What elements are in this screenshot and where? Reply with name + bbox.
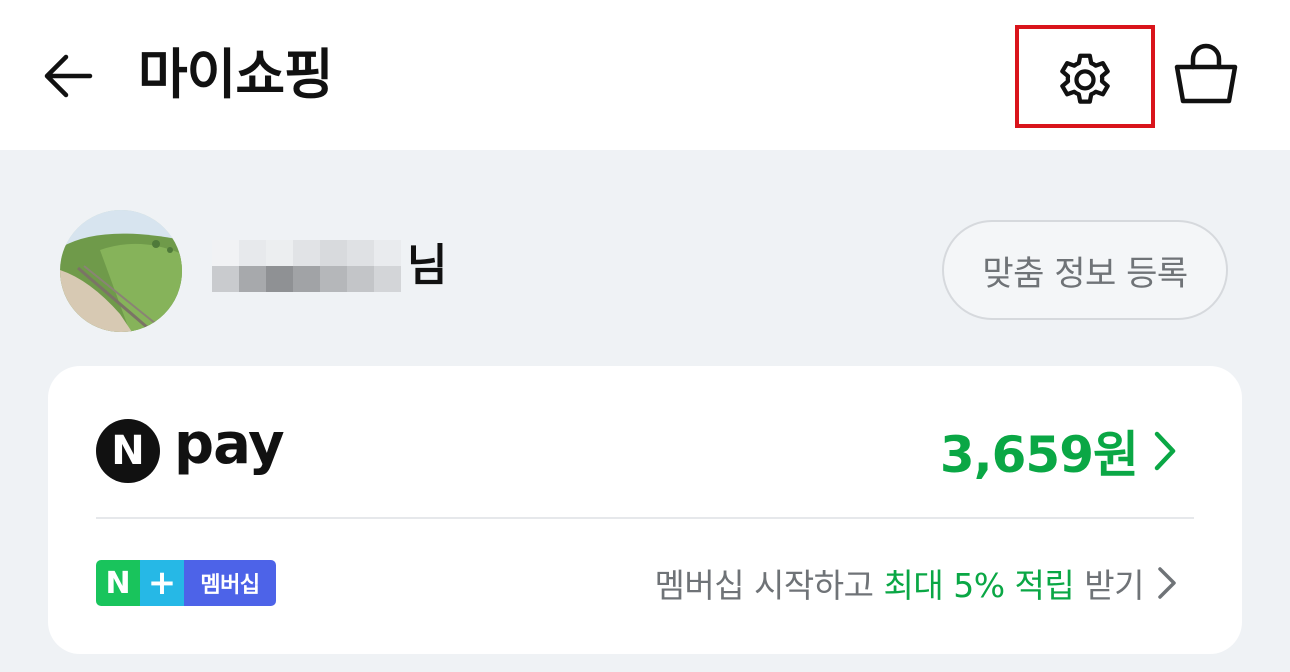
page-title: 마이쇼핑 [138, 43, 334, 106]
avatar-photo [60, 210, 182, 332]
name-honorific: 님 [407, 240, 448, 291]
membership-badge-label: 멤버십 [184, 560, 276, 606]
gear-icon [1060, 53, 1110, 104]
promo-prefix: 멤버십 시작하고 [654, 566, 874, 605]
shopping-cart-button[interactable] [1168, 36, 1244, 112]
naver-plus-membership-badge: N + 멤버십 [96, 560, 276, 606]
membership-badge-n: N [96, 560, 140, 606]
arrow-left-icon [44, 54, 93, 98]
promo-suffix: 받기 [1084, 566, 1144, 605]
npay-balance[interactable]: 3,659원 [940, 418, 1178, 484]
npay-card: N pay 3,659원 N + 멤버십 멤버십 시작하고 최대 5% 적립 받… [48, 366, 1242, 654]
custom-info-register-button[interactable]: 맞춤 정보 등록 [942, 220, 1228, 320]
membership-badge-plus: + [140, 560, 184, 606]
npay-n-logo: N [96, 419, 160, 483]
shopping-bag-icon [1174, 43, 1238, 104]
chevron-right-icon [1156, 565, 1178, 601]
top-app-bar: 마이쇼핑 [0, 0, 1290, 150]
profile-avatar[interactable] [60, 210, 182, 332]
back-button[interactable] [36, 44, 100, 108]
npay-balance-amount: 3,659원 [939, 426, 1139, 484]
membership-promo-text: 멤버십 시작하고 최대 5% 적립 받기 [654, 555, 1178, 611]
chevron-right-icon [1152, 429, 1178, 473]
npay-pay-text: pay [174, 412, 285, 477]
membership-promo-row[interactable]: N + 멤버십 멤버십 시작하고 최대 5% 적립 받기 [48, 519, 1242, 654]
settings-button[interactable] [1015, 25, 1155, 128]
npay-balance-row[interactable]: N pay 3,659원 [48, 366, 1242, 516]
promo-highlight: 최대 5% 적립 [883, 566, 1075, 605]
npay-logo: N pay [96, 412, 285, 484]
blurred-username [212, 240, 401, 292]
user-name: 님 [212, 236, 447, 296]
